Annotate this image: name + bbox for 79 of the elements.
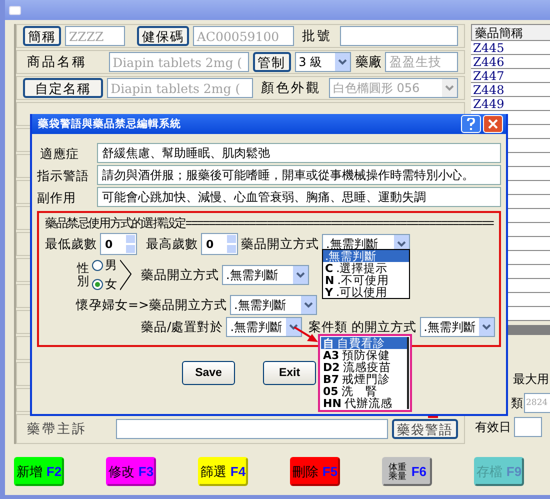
dropdown-option[interactable]: 05 洗 腎: [321, 385, 409, 397]
list-item[interactable]: Z448: [471, 83, 550, 97]
chevron-down-icon: [296, 272, 305, 278]
close-button[interactable]: [483, 115, 503, 133]
spin-down-button[interactable]: [125, 244, 136, 254]
chevron-down-icon: [338, 59, 348, 65]
chevron-down-icon: [304, 302, 313, 308]
chevron-down-icon: [397, 241, 406, 247]
field-label: 最高歲數: [145, 236, 198, 252]
field-label: 副作用: [37, 190, 77, 207]
nhi-code-button[interactable]: 健保碼: [136, 26, 189, 46]
field-label: 藥品/處置對於: [141, 318, 224, 336]
field-label: 案件類 的開立方式: [308, 318, 417, 336]
spin-up-button[interactable]: [125, 234, 136, 244]
short-name-button[interactable]: 簡稱: [23, 26, 61, 46]
dropdown-option[interactable]: HN 代辦流感: [321, 397, 409, 409]
dropdown[interactable]: .無需判斷: [226, 317, 302, 337]
radio-option[interactable]: 男: [92, 257, 117, 274]
number-spinner[interactable]: 0: [201, 233, 238, 255]
chevron-down-icon: [445, 85, 454, 91]
dialog-button[interactable]: Exit: [263, 361, 316, 385]
radio-button[interactable]: [92, 260, 103, 271]
dialog-button[interactable]: Save: [182, 361, 235, 385]
dropdown-option[interactable]: .無需判斷: [323, 250, 409, 262]
field-label: 類: [510, 394, 523, 412]
input-field[interactable]: [514, 417, 542, 437]
help-icon: [467, 118, 475, 130]
bag-warning-button[interactable]: 藥袋警語: [392, 419, 458, 439]
field-label: 藥廠: [355, 54, 382, 71]
dropdown[interactable]: .無需判斷: [222, 265, 309, 285]
field-label: 顏色外觀: [260, 80, 322, 97]
dialog-title: 藥袋警語與藥品禁忌編輯系統: [38, 117, 181, 131]
field-label: 適應症: [39, 146, 80, 163]
field-label: 最低歲數: [45, 236, 97, 252]
chevron-down-icon: [288, 324, 298, 330]
dropdown[interactable]: .無需判斷: [230, 295, 317, 315]
spin-down-button[interactable]: [226, 244, 237, 254]
field-label: 藥品開立方式: [241, 236, 319, 252]
list-item[interactable]: Z446: [471, 55, 550, 69]
input-field[interactable]: [340, 26, 458, 46]
chevron-down-icon: [482, 324, 491, 330]
help-button[interactable]: [461, 115, 481, 133]
text-field[interactable]: 請勿與酒併服；服藥後可能嗜睡，開車或從事機械操作時需特別小心。: [97, 165, 501, 185]
field-label: 藥品開立方式: [140, 266, 219, 284]
control-button[interactable]: 管制: [252, 52, 291, 72]
dropdown-option[interactable]: D2 流感疫苗: [321, 361, 409, 373]
field-label: 最大用: [512, 370, 549, 388]
dropdown-option[interactable]: A3 預防保健: [321, 349, 409, 361]
list-item[interactable]: Z447: [471, 69, 550, 83]
complaint-field[interactable]: [116, 419, 388, 439]
field-label: 藥帶主訴: [26, 421, 88, 438]
dropdown-option[interactable]: B7 戒煙門診: [321, 373, 409, 385]
function-button[interactable]: 修改 F3: [106, 457, 156, 486]
field-label: 批號: [301, 28, 334, 45]
number-spinner[interactable]: 0: [100, 233, 137, 255]
list-item[interactable]: Z449: [471, 97, 550, 111]
field-label: 懷孕婦女=>藥品開立方式: [76, 296, 227, 314]
dropdown[interactable]: .無需判斷: [420, 317, 495, 337]
dropdown[interactable]: 3 級: [294, 52, 352, 72]
list-header: 藥品簡稱: [471, 24, 550, 41]
custom-name-button[interactable]: 自定名稱: [23, 78, 103, 98]
radio-button[interactable]: [92, 279, 103, 290]
list-item[interactable]: Z445: [471, 41, 550, 55]
field-label: 性別: [77, 262, 89, 288]
dropdown-option[interactable]: 自 自費看診: [321, 337, 409, 349]
spin-up-button[interactable]: [226, 234, 237, 244]
function-button[interactable]: 刪除 F5: [290, 457, 340, 486]
app-icon: [9, 6, 21, 14]
field-label: 指示警語: [37, 168, 90, 185]
bracket-drawing: [120, 258, 132, 292]
text-field[interactable]: 可能會心跳加快、減慢、心血管衰弱、胸痛、思睡、運動失調: [97, 187, 501, 207]
radio-option[interactable]: 女: [92, 276, 117, 293]
field-label: 商品名稱: [26, 54, 88, 71]
field-label: 有效日: [474, 418, 511, 436]
section-heading: 藥品禁忌使用方式的選擇設定=====================================================: [45, 215, 494, 231]
function-button[interactable]: 篩選 F4: [198, 457, 248, 486]
function-button[interactable]: 新增 F2: [14, 457, 64, 486]
text-field[interactable]: 舒緩焦慮、幫助睡眠、肌肉鬆弛: [97, 143, 501, 163]
close-icon: [488, 119, 498, 129]
